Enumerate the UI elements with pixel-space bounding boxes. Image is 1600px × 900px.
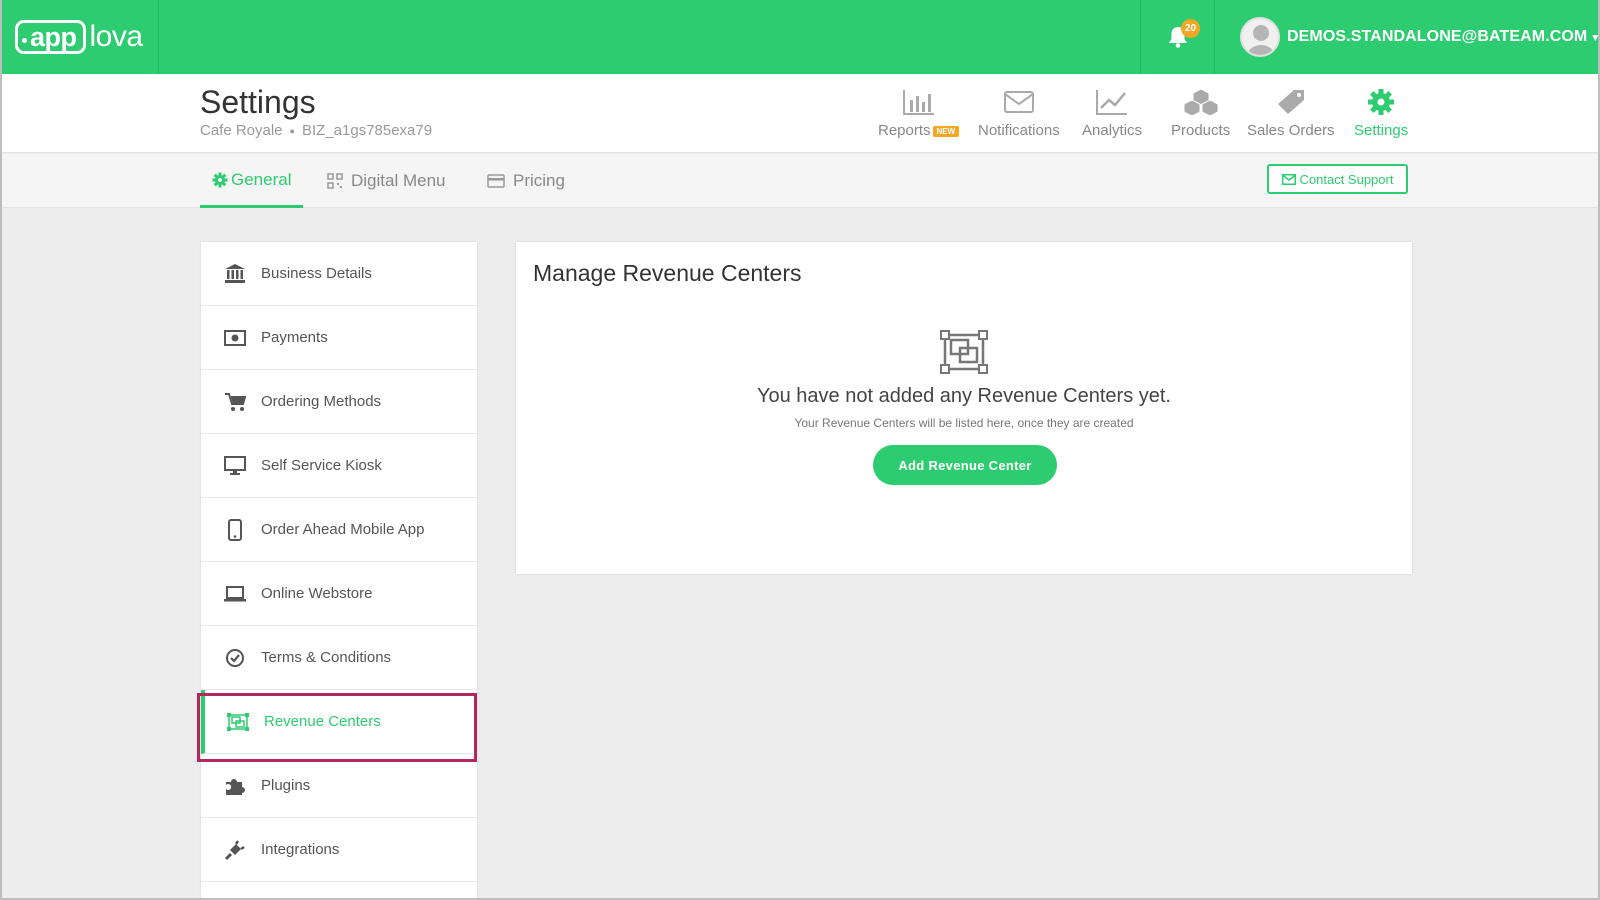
line-chart-icon (1096, 90, 1128, 115)
cubes-icon (1183, 88, 1219, 116)
sidebar-item-terms-conditions[interactable]: Terms & Conditions (201, 626, 477, 690)
business-name: Cafe Royale (200, 122, 283, 139)
applova-logo[interactable]: app lova (3, 0, 159, 74)
qr-code-icon (327, 173, 343, 189)
contact-support-label: Contact Support (1299, 171, 1394, 187)
nav-analytics[interactable]: Analytics (1082, 88, 1142, 139)
sidebar-item-label: Business Details (261, 265, 372, 282)
notifications-bell-button[interactable]: 20 (1140, 0, 1215, 74)
sidebar-item-label: Payments (261, 329, 328, 346)
settings-tabs-bar: General Digital Menu Pricing Contact Sup… (2, 154, 1598, 208)
envelope-icon (1281, 173, 1296, 185)
sidebar-item-label: Integrations (261, 841, 340, 858)
sidebar-item-order-ahead-mobile-app[interactable]: Order Ahead Mobile App (201, 498, 477, 562)
sidebar-item-label: Terms & Conditions (261, 649, 392, 666)
tab-pricing-label: Pricing (513, 171, 565, 190)
sidebar-item-revenue-centers[interactable]: Revenue Centers (201, 690, 477, 754)
tab-pricing[interactable]: Pricing (487, 154, 565, 208)
sidebar-item-plugins[interactable]: Plugins (201, 754, 477, 818)
plug-icon (223, 838, 247, 862)
top-bar: app lova 20 DEMOS.STANDALONE@BATEAM.COM … (0, 0, 1600, 74)
user-menu[interactable]: DEMOS.STANDALONE@BATEAM.COM ▼ (1240, 16, 1600, 58)
sidebar-item-label: Self Service Kiosk (261, 457, 382, 474)
settings-sidebar: Business Details Payments Ordering Metho… (201, 242, 477, 900)
card-title: Manage Revenue Centers (533, 260, 802, 286)
sidebar-item-business-details[interactable]: Business Details (201, 242, 477, 306)
money-icon (223, 326, 247, 350)
nav-products[interactable]: Products (1171, 88, 1230, 139)
page-header: Settings Cafe Royale ● BIZ_a1gs785exa79 Re… (2, 74, 1598, 153)
nav-sales-orders[interactable]: Sales Orders (1247, 88, 1335, 139)
puzzle-icon (223, 774, 247, 798)
tab-digital-menu[interactable]: Digital Menu (327, 154, 446, 208)
credit-card-icon (487, 174, 505, 188)
chevron-down-icon: ▼ (1590, 32, 1600, 44)
sidebar-item-label: Ordering Methods (261, 393, 382, 410)
cart-icon (223, 390, 247, 414)
nav-analytics-label: Analytics (1082, 122, 1143, 139)
bar-chart-icon (902, 90, 934, 115)
page-title: Settings (200, 84, 316, 120)
add-revenue-center-button[interactable]: Add Revenue Center (873, 445, 1057, 485)
object-group-icon (226, 710, 250, 734)
tab-general[interactable]: General (200, 154, 304, 208)
business-id: BIZ_a1gs785exa79 (301, 122, 433, 139)
user-email: DEMOS.STANDALONE@BATEAM.COM (1287, 28, 1588, 45)
nav-reports-label: Reports (878, 122, 931, 139)
logo-app-text: app (30, 21, 77, 52)
logo-lova-text: lova (89, 20, 144, 53)
laptop-icon (223, 582, 247, 606)
new-badge: NEW (932, 125, 960, 137)
notification-count-badge: 20 (1181, 19, 1200, 38)
object-group-icon (940, 330, 988, 379)
sidebar-item-label: Plugins (261, 777, 311, 794)
avatar (1240, 17, 1280, 57)
sidebar-item-integrations[interactable]: Integrations (201, 818, 477, 882)
envelope-icon (1003, 91, 1034, 113)
sidebar-item-label: Order Ahead Mobile App (261, 521, 425, 538)
sidebar-item-ordering-methods[interactable]: Ordering Methods (201, 370, 477, 434)
nav-notifications[interactable]: Notifications (978, 88, 1060, 139)
nav-notifications-label: Notifications (978, 122, 1060, 139)
tag-icon (1277, 90, 1304, 114)
nav-settings[interactable]: Settings (1354, 88, 1408, 139)
sidebar-item-online-webstore[interactable]: Online Webstore (201, 562, 477, 626)
check-circle-icon (223, 646, 247, 670)
revenue-centers-card: Manage Revenue Centers You have not adde… (516, 242, 1412, 574)
bank-icon (223, 262, 247, 286)
tab-general-label: General (231, 169, 292, 189)
sidebar-item-payments[interactable]: Payments (201, 306, 477, 370)
gear-icon (1368, 89, 1395, 115)
logo-app-mark: app (15, 20, 86, 54)
nav-sales-orders-label: Sales Orders (1247, 122, 1335, 139)
sidebar-item-label: Revenue Centers (264, 713, 381, 730)
mobile-icon (223, 518, 247, 542)
nav-products-label: Products (1171, 122, 1231, 139)
sidebar-item-label: Online Webstore (261, 585, 373, 602)
tab-digital-menu-label: Digital Menu (351, 171, 446, 190)
desktop-icon (223, 454, 247, 478)
empty-state-title: You have not added any Revenue Centers y… (756, 385, 1171, 407)
business-subtitle: Cafe Royale ● BIZ_a1gs785exa79 (200, 122, 433, 139)
gear-icon (212, 172, 228, 187)
nav-reports[interactable]: Reports NEW (878, 88, 960, 139)
empty-state-subtitle: Your Revenue Centers will be listed here… (794, 416, 1134, 430)
sidebar-item-self-service-kiosk[interactable]: Self Service Kiosk (201, 434, 477, 498)
contact-support-button[interactable]: Contact Support (1267, 164, 1408, 194)
nav-settings-label: Settings (1354, 122, 1409, 139)
